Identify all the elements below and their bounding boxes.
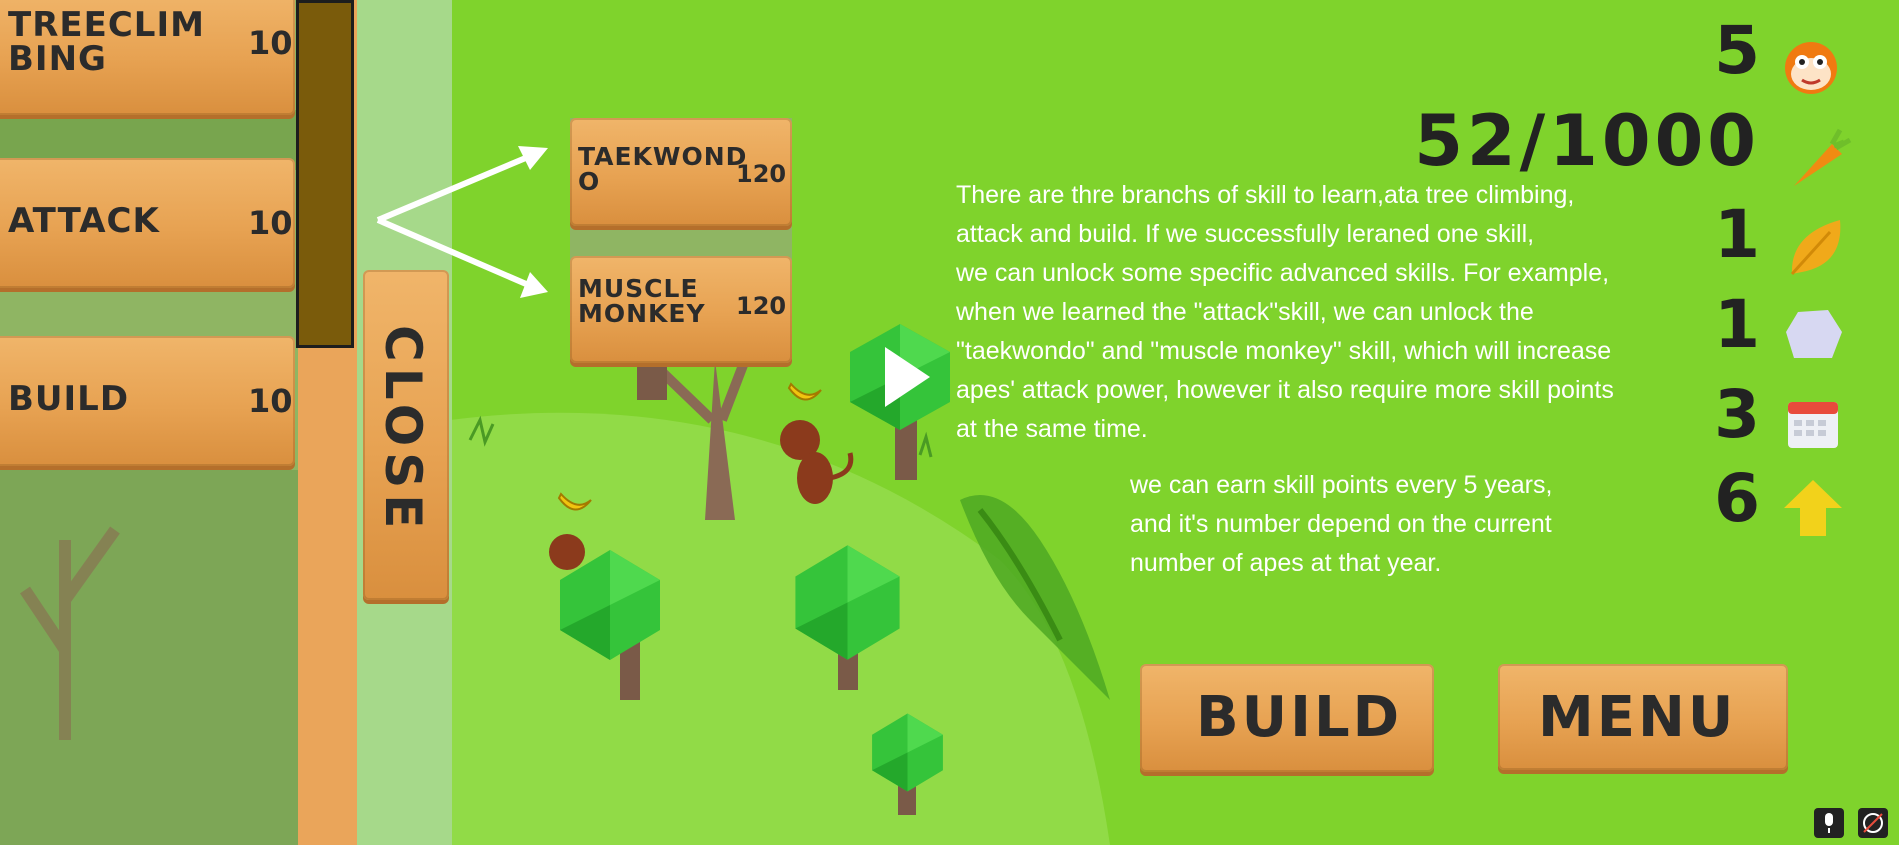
close-button[interactable]: CLOSE <box>363 270 449 600</box>
skill-taekwondo-button[interactable]: TAEKWOND O 120 <box>570 118 792 226</box>
monkey-character <box>780 420 854 504</box>
menu-button[interactable]: MENU <box>1498 664 1788 770</box>
banana-icon <box>557 492 592 511</box>
calendar-icon <box>1788 402 1838 448</box>
banana-icon <box>787 382 822 401</box>
skill-name: MUSCLE MONKEY <box>578 274 706 328</box>
skill-tree-connector <box>296 0 354 348</box>
rotate-icon <box>1863 813 1883 833</box>
leaf-icon <box>1790 220 1841 276</box>
stat-year-count: 3 <box>1714 376 1760 453</box>
monkey-face-icon <box>1785 42 1837 94</box>
skill-name: TAEKWOND O <box>578 142 748 196</box>
stat-stone-count: 1 <box>1714 286 1760 363</box>
play-button[interactable] <box>845 322 955 432</box>
microphone-button[interactable] <box>1814 808 1844 838</box>
up-arrow-icon <box>1784 480 1842 536</box>
skill-cost: 10 <box>248 382 293 420</box>
skill-name: TREECLIM BING <box>8 5 205 79</box>
stat-leaves-count: 1 <box>1714 196 1760 273</box>
close-label: CLOSE <box>374 325 432 535</box>
advanced-skills-panel: TAEKWOND O 120 MUSCLE MONKEY 120 <box>570 118 792 363</box>
stat-apes-count: 5 <box>1714 12 1760 89</box>
skill-cost: 120 <box>736 292 787 320</box>
skill-name: BUILD <box>8 379 130 419</box>
skill-cost: 10 <box>248 204 293 242</box>
tree-icon <box>795 545 900 660</box>
info-paragraph-2: we can earn skill points every 5 years, … <box>1130 471 1553 577</box>
stat-food-count: 52/1000 <box>1414 100 1760 182</box>
tree-icon <box>872 713 943 792</box>
skill-cost: 10 <box>248 24 293 62</box>
stat-skill-points-count: 6 <box>1714 460 1760 537</box>
info-paragraph-1: There are thre branchs of skill to learn… <box>956 181 1614 443</box>
rotate-button[interactable] <box>1858 808 1888 838</box>
skill-cost: 120 <box>736 160 787 188</box>
stone-icon <box>1786 310 1842 358</box>
skill-build-button[interactable]: BUILD 10 <box>0 336 295 466</box>
monkey-character <box>549 534 585 570</box>
skill-attack-button[interactable]: ATTACK 10 <box>0 158 295 288</box>
arrow-connector <box>376 146 548 298</box>
carrot-icon <box>1794 128 1852 186</box>
build-button-label: BUILD <box>1196 685 1403 750</box>
build-button[interactable]: BUILD <box>1140 664 1434 772</box>
skill-name: ATTACK <box>8 201 160 241</box>
skill-muscle-monkey-button[interactable]: MUSCLE MONKEY 120 <box>570 256 792 363</box>
microphone-icon <box>1825 813 1833 833</box>
skills-panel: TREECLIM BING 10 ATTACK 10 BUILD 10 <box>0 0 354 845</box>
skill-treeclimbing-button[interactable]: TREECLIM BING 10 <box>0 0 295 115</box>
menu-button-label: MENU <box>1538 685 1737 750</box>
